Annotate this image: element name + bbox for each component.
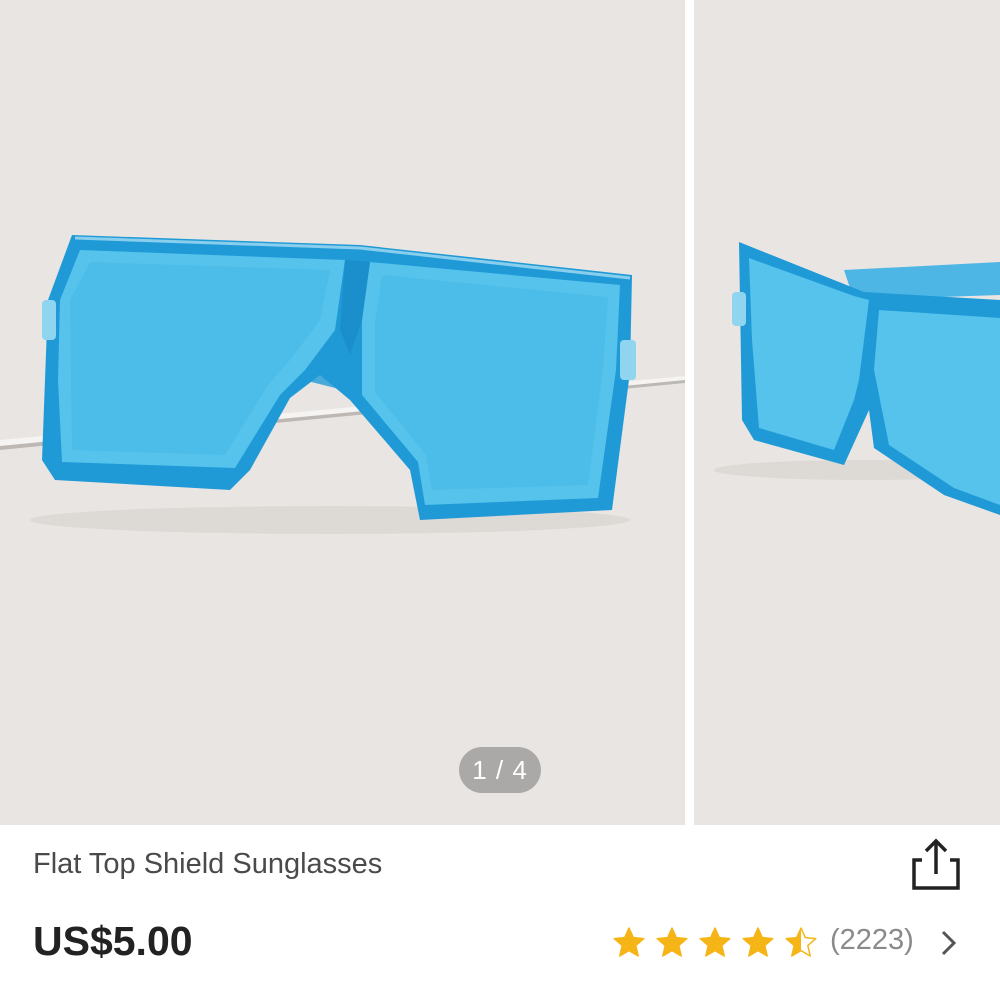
image-pager-indicator: 1 / 4	[459, 747, 541, 793]
share-button[interactable]	[906, 836, 966, 896]
product-price: US$5.00	[33, 918, 193, 964]
share-icon	[912, 838, 960, 890]
product-image-next[interactable]	[694, 0, 1000, 825]
rating-summary[interactable]: (2223)	[612, 920, 972, 966]
review-count: (2223)	[830, 924, 914, 956]
star-icon	[699, 927, 731, 957]
product-image-current[interactable]: 1 / 4	[0, 0, 685, 825]
star-icon	[742, 927, 774, 957]
star-icon	[613, 927, 645, 957]
sunglasses-front-image	[0, 235, 685, 534]
star-icon	[785, 927, 817, 957]
product-image-gallery[interactable]: 1 / 4	[0, 0, 1000, 825]
sunglasses-side-image	[714, 242, 1000, 515]
product-title: Flat Top Shield Sunglasses	[33, 848, 383, 880]
chevron-right-icon	[941, 930, 957, 956]
star-icon	[656, 927, 688, 957]
